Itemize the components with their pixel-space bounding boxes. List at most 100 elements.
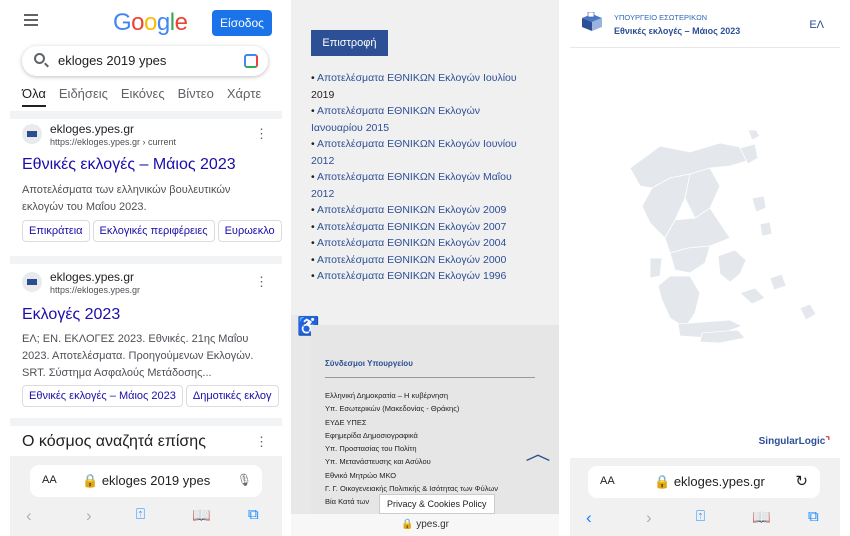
election-link[interactable]: • Αποτελέσματα ΕΘΝΙΚΩΝ Εκλογών 1996 bbox=[311, 268, 536, 285]
sitelink-chip[interactable]: Εκλογικές περιφέρειες bbox=[92, 220, 215, 242]
reader-aa-button[interactable]: AA bbox=[42, 474, 57, 486]
tab-maps[interactable]: Χάρτε bbox=[227, 86, 261, 101]
map-region[interactable] bbox=[657, 275, 701, 329]
signin-button[interactable]: Είσοδος bbox=[212, 10, 272, 36]
forward-icon[interactable]: › bbox=[646, 508, 652, 528]
election-link[interactable]: • Αποτελέσματα ΕΘΝΙΚΩΝ Εκλογών 2000 bbox=[311, 252, 536, 269]
election-title[interactable]: Εθνικές εκλογές – Μάιος 2023 bbox=[614, 26, 740, 36]
back-button[interactable]: Επιστροφή bbox=[311, 30, 388, 56]
address-text: ypes.gr bbox=[416, 519, 450, 530]
election-link[interactable]: • Αποτελέσματα ΕΘΝΙΚΩΝ Εκλογών 2004 bbox=[311, 235, 536, 252]
forward-icon[interactable]: › bbox=[86, 506, 92, 526]
greece-map[interactable] bbox=[570, 48, 840, 430]
share-icon[interactable]: ⍐ bbox=[136, 506, 145, 523]
google-header: Google Είσοδος bbox=[10, 0, 282, 44]
vendor-logo-text: SingularLogic bbox=[758, 436, 826, 447]
greece-map-svg[interactable] bbox=[570, 48, 840, 430]
more-options-icon[interactable]: ⋮ bbox=[255, 126, 268, 142]
menu-icon[interactable] bbox=[24, 14, 38, 29]
ministry-link[interactable]: Εφημερίδα Δημοσιογραφικά bbox=[325, 429, 498, 442]
search-query: ekloges 2019 ypes bbox=[58, 53, 167, 68]
election-link[interactable]: • Αποτελέσματα ΕΘΝΙΚΩΝ Εκλογών 2007 bbox=[311, 219, 536, 236]
google-lens-icon[interactable] bbox=[244, 54, 258, 68]
site-favicon-icon bbox=[22, 124, 42, 144]
election-link-label: Αποτελέσματα ΕΘΝΙΚΩΝ Εκλογών Ιουλίου bbox=[317, 72, 517, 84]
ministry-link[interactable]: Υπ. Προστασίας του Πολίτη bbox=[325, 442, 498, 455]
ekloges-map-panel: ΥΠΟΥΡΓΕΙΟ ΕΣΩΤΕΡΙΚΩΝ Εθνικές εκλογές – Μ… bbox=[570, 0, 840, 536]
map-region[interactable] bbox=[684, 167, 721, 219]
microphone-icon[interactable]: 🎙 bbox=[237, 473, 252, 487]
safari-bottom-bar: AA 🔒 ekloges.ypes.gr ↻ ‹ › ⍐ 📖 ⧉ bbox=[570, 458, 840, 536]
election-link-label: Αποτελέσματα ΕΘΝΙΚΩΝ Εκλογών 2000 bbox=[317, 253, 507, 266]
election-link-year: 2012 bbox=[311, 154, 335, 167]
ministry-link[interactable]: Υπ. Μετανάστευσης και Ασύλου bbox=[325, 455, 498, 468]
ministry-link[interactable]: Ελληνική Δημοκρατία – Η κυβέρνηση bbox=[325, 389, 498, 402]
search-tabs: Όλα Ειδήσεις Εικόνες Βίντεο Χάρτε bbox=[22, 86, 274, 107]
sitelink-chip[interactable]: Δημοτικές εκλογ bbox=[185, 385, 279, 407]
map-region[interactable] bbox=[747, 129, 761, 141]
language-toggle[interactable]: ΕΛ bbox=[809, 19, 824, 31]
result-title[interactable]: Εθνικές εκλογές – Μάιος 2023 bbox=[22, 156, 236, 174]
tab-videos[interactable]: Βίντεο bbox=[178, 86, 214, 101]
bookmarks-icon[interactable]: 📖 bbox=[192, 506, 211, 524]
share-icon[interactable]: ⍐ bbox=[696, 508, 705, 525]
address-url: ekloges.ypes.gr bbox=[673, 474, 765, 489]
address-bar[interactable]: AA 🔒 ekloges 2019 ypes 🎙 bbox=[30, 465, 262, 497]
result-site[interactable]: ekloges.ypes.gr bbox=[50, 270, 134, 284]
bookmarks-icon[interactable]: 📖 bbox=[752, 508, 771, 526]
map-region[interactable] bbox=[769, 273, 787, 291]
search-result: ekloges.ypes.gr https://ekloges.ypes.gr … bbox=[22, 122, 282, 252]
compact-address-bar[interactable]: 🔒 ypes.gr bbox=[291, 514, 559, 536]
election-link-label: Αποτελέσματα ΕΘΝΙΚΩΝ Εκλογών 2009 bbox=[317, 204, 507, 216]
safari-toolbar: ‹ › ⍐ 📖 ⧉ bbox=[10, 506, 282, 528]
sitelink-chip[interactable]: Εθνικές εκλογές – Μάιος 2023 bbox=[22, 385, 183, 407]
map-region[interactable] bbox=[799, 303, 817, 321]
tabs-icon[interactable]: ⧉ bbox=[248, 506, 259, 523]
scroll-top-chevron-icon[interactable]: ︿ bbox=[525, 440, 550, 466]
election-link[interactable]: • Αποτελέσματα ΕΘΝΙΚΩΝ Εκλογών 2009 bbox=[311, 202, 536, 219]
map-region[interactable] bbox=[649, 257, 663, 279]
election-link[interactable]: • Αποτελέσματα ΕΘΝΙΚΩΝ Εκλογών Ιουνίου 20… bbox=[311, 136, 536, 169]
more-options-icon[interactable]: ⋮ bbox=[255, 434, 268, 450]
map-region[interactable] bbox=[759, 221, 773, 237]
result-url: https://ekloges.ypes.gr bbox=[50, 285, 141, 295]
ministry-link[interactable]: Υπ. Εσωτερικών (Μακεδονίας - Θράκης) bbox=[325, 402, 498, 415]
result-site[interactable]: ekloges.ypes.gr bbox=[50, 122, 134, 136]
result-url: https://ekloges.ypes.gr › current bbox=[50, 137, 177, 147]
reload-icon[interactable]: ↻ bbox=[795, 472, 808, 490]
search-icon bbox=[34, 53, 45, 64]
election-link-label: Αποτελέσματα ΕΘΝΙΚΩΝ Εκλογών bbox=[317, 105, 481, 117]
address-bar[interactable]: AA 🔒 ekloges.ypes.gr ↻ bbox=[588, 466, 820, 498]
sitelink-chip[interactable]: Επικράτεια bbox=[22, 220, 90, 242]
map-region[interactable] bbox=[751, 195, 767, 213]
more-options-icon[interactable]: ⋮ bbox=[255, 274, 268, 290]
search-input[interactable]: ekloges 2019 ypes bbox=[22, 46, 268, 76]
back-icon[interactable]: ‹ bbox=[586, 508, 592, 528]
election-link[interactable]: • Αποτελέσματα ΕΘΝΙΚΩΝ Εκλογών Ιουλίου 20… bbox=[311, 70, 536, 103]
election-link[interactable]: • Αποτελέσματα ΕΘΝΙΚΩΝ Εκλογών Μαΐου 2012 bbox=[311, 169, 536, 202]
vendor-logo[interactable]: SingularLogic⌝ bbox=[759, 436, 830, 447]
ministry-link[interactable]: ΕΥΔΕ ΥΠΕΣ bbox=[325, 416, 498, 429]
map-region[interactable] bbox=[739, 287, 766, 305]
ministry-link[interactable]: Εθνικό Μητρώο ΜΚΟ bbox=[325, 469, 498, 482]
election-link-year: Ιανουαρίου 2015 bbox=[311, 121, 390, 134]
election-link[interactable]: • Αποτελέσματα ΕΘΝΙΚΩΝ Εκλογών Ιανουαρίου… bbox=[311, 103, 536, 136]
sitelink-chips: Επικράτεια Εκλογικές περιφέρειες Ευρωεκλο bbox=[22, 220, 282, 242]
site-header: ΥΠΟΥΡΓΕΙΟ ΕΣΩΤΕΡΙΚΩΝ Εθνικές εκλογές – Μ… bbox=[570, 0, 840, 48]
map-region[interactable] bbox=[717, 249, 747, 283]
reader-aa-button[interactable]: AA bbox=[600, 475, 615, 487]
google-results-panel: Google Είσοδος ekloges 2019 ypes Όλα Ειδή… bbox=[10, 0, 282, 536]
result-title[interactable]: Εκλογές 2023 bbox=[22, 306, 120, 324]
sitelink-chip[interactable]: Ευρωεκλο bbox=[217, 220, 282, 242]
election-link-label: Αποτελέσματα ΕΘΝΙΚΩΝ Εκλογών 2007 bbox=[317, 220, 507, 233]
back-icon[interactable]: ‹ bbox=[26, 506, 32, 526]
tab-news[interactable]: Ειδήσεις bbox=[59, 86, 108, 101]
tabs-icon[interactable]: ⧉ bbox=[808, 508, 819, 525]
ministry-links-box: Σύνδεσμοι Υπουργείου Ελληνική Δημοκρατία… bbox=[311, 325, 559, 515]
tab-images[interactable]: Εικόνες bbox=[121, 86, 165, 101]
address-text: 🔒 ekloges 2019 ypes bbox=[82, 473, 211, 488]
tab-all[interactable]: Όλα bbox=[22, 86, 46, 107]
privacy-cookies-button[interactable]: Privacy & Cookies Policy bbox=[379, 494, 495, 514]
sitelink-chips: Εθνικές εκλογές – Μάιος 2023 Δημοτικές εκ… bbox=[22, 385, 282, 407]
election-link-year: 2019 bbox=[311, 88, 335, 101]
